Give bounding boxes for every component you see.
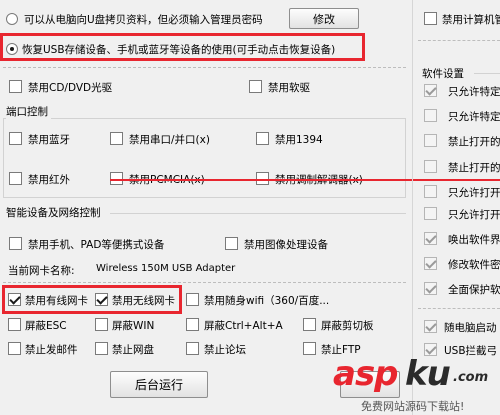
right-dashed-divider: [418, 40, 500, 41]
right-item-2-label: 禁止打开的: [448, 136, 500, 148]
right-item-1-label: 只允许特定: [448, 111, 500, 123]
block-clipboard-label: 屏蔽剪切板: [321, 320, 374, 332]
disable-serial-checkbox[interactable]: [110, 132, 123, 145]
block-win-checkbox[interactable]: [95, 318, 108, 331]
disable-imaging-checkbox[interactable]: [225, 237, 238, 250]
right-item-4-checkbox[interactable]: [424, 185, 437, 198]
disable-portable-wifi-checkbox[interactable]: [186, 293, 199, 306]
disable-cd-label: 禁用CD/DVD光驱: [28, 82, 113, 94]
disable-phone-label: 禁用手机、PAD等便携式设备: [28, 239, 165, 251]
block-forum-label: 禁止论坛: [204, 344, 246, 356]
nic-name-value: Wireless 150M USB Adapter: [96, 263, 236, 274]
aspku-watermark: asp ku .com 免费网站源码下载站!: [333, 354, 500, 415]
disable-computer-mgmt-label: 禁用计算机管: [442, 14, 500, 26]
right-item-9-checkbox[interactable]: [424, 320, 437, 333]
nic-highlight-box: [2, 285, 182, 314]
restore-highlight-box: [0, 33, 365, 61]
disable-bluetooth-checkbox[interactable]: [9, 132, 22, 145]
disable-imaging-label: 禁用图像处理设备: [244, 239, 328, 251]
right-item-4-label: 只允许打开: [448, 187, 500, 199]
block-esc-label: 屏蔽ESC: [25, 320, 67, 332]
right-item-6-checkbox[interactable]: [424, 232, 437, 245]
watermark-brand: asp: [333, 354, 399, 394]
disable-infrared-checkbox[interactable]: [9, 172, 22, 185]
copy-with-password-radio[interactable]: [6, 13, 18, 25]
divider-dashed-top: [3, 67, 406, 68]
disable-portable-wifi-label: 禁用随身wifi（360/百度...: [204, 295, 330, 307]
block-ftp-checkbox[interactable]: [303, 342, 316, 355]
modify-button[interactable]: 修改: [289, 8, 359, 29]
watermark-suffix: .com: [453, 370, 489, 385]
watermark-brand2: ku: [405, 354, 451, 394]
smart-device-divider: [110, 213, 406, 214]
disable-serial-label: 禁用串口/并口(x): [129, 134, 210, 146]
disable-floppy-label: 禁用软驱: [268, 82, 310, 94]
block-esc-checkbox[interactable]: [8, 318, 21, 331]
software-settings-title: 软件设置: [422, 68, 464, 80]
block-email-label: 禁止发邮件: [25, 344, 78, 356]
watermark-caption: 免费网站源码下载站!: [361, 400, 465, 413]
nic-name-label: 当前网卡名称:: [8, 265, 75, 277]
highlight-red-line: [110, 179, 500, 181]
right-item-0-checkbox[interactable]: [424, 84, 437, 97]
disable-1394-checkbox[interactable]: [256, 132, 269, 145]
right-item-3-checkbox[interactable]: [424, 160, 437, 173]
right-item-10-label: USB拦截弓: [444, 345, 498, 357]
right-dashed-divider-2: [418, 308, 500, 309]
right-item-6-label: 唤出软件界: [448, 234, 500, 246]
run-in-background-button[interactable]: 后台运行: [110, 371, 208, 398]
right-item-7-checkbox[interactable]: [424, 257, 437, 270]
block-win-label: 屏蔽WIN: [112, 320, 155, 332]
disable-computer-mgmt-checkbox[interactable]: [424, 12, 437, 25]
right-panel-border: [412, 0, 413, 415]
port-control-title: 端口控制: [6, 104, 51, 119]
disable-infrared-label: 禁用红外: [28, 174, 70, 186]
block-forum-checkbox[interactable]: [186, 342, 199, 355]
right-item-8-checkbox[interactable]: [424, 282, 437, 295]
block-netdisk-checkbox[interactable]: [95, 342, 108, 355]
right-item-3-label: 禁止打开的: [448, 162, 500, 174]
disable-phone-checkbox[interactable]: [9, 237, 22, 250]
disable-bluetooth-label: 禁用蓝牙: [28, 134, 70, 146]
divider-dashed-nic: [3, 282, 406, 283]
disable-floppy-checkbox[interactable]: [249, 80, 262, 93]
right-item-5-label: 只允许打开: [448, 209, 500, 221]
software-settings-divider: [474, 73, 500, 74]
right-item-8-label: 全面保护软: [448, 284, 500, 296]
right-item-7-label: 修改软件密: [448, 259, 500, 271]
copy-with-password-label: 可以从电脑向U盘拷贝资料，但必须输入管理员密码: [24, 14, 263, 26]
block-netdisk-label: 禁止网盘: [112, 344, 154, 356]
block-clipboard-checkbox[interactable]: [303, 318, 316, 331]
right-item-2-checkbox[interactable]: [424, 134, 437, 147]
block-ctrl-alt-a-checkbox[interactable]: [186, 318, 199, 331]
smart-device-title: 智能设备及网络控制: [6, 207, 101, 219]
disable-1394-label: 禁用1394: [275, 134, 323, 146]
block-email-checkbox[interactable]: [8, 342, 21, 355]
right-item-5-checkbox[interactable]: [424, 207, 437, 220]
block-ctrl-alt-a-label: 屏蔽Ctrl+Alt+A: [204, 320, 283, 332]
right-item-1-checkbox[interactable]: [424, 109, 437, 122]
right-item-9-label: 随电脑启动: [444, 322, 497, 334]
right-item-0-label: 只允许特定: [448, 86, 500, 98]
disable-cd-checkbox[interactable]: [9, 80, 22, 93]
